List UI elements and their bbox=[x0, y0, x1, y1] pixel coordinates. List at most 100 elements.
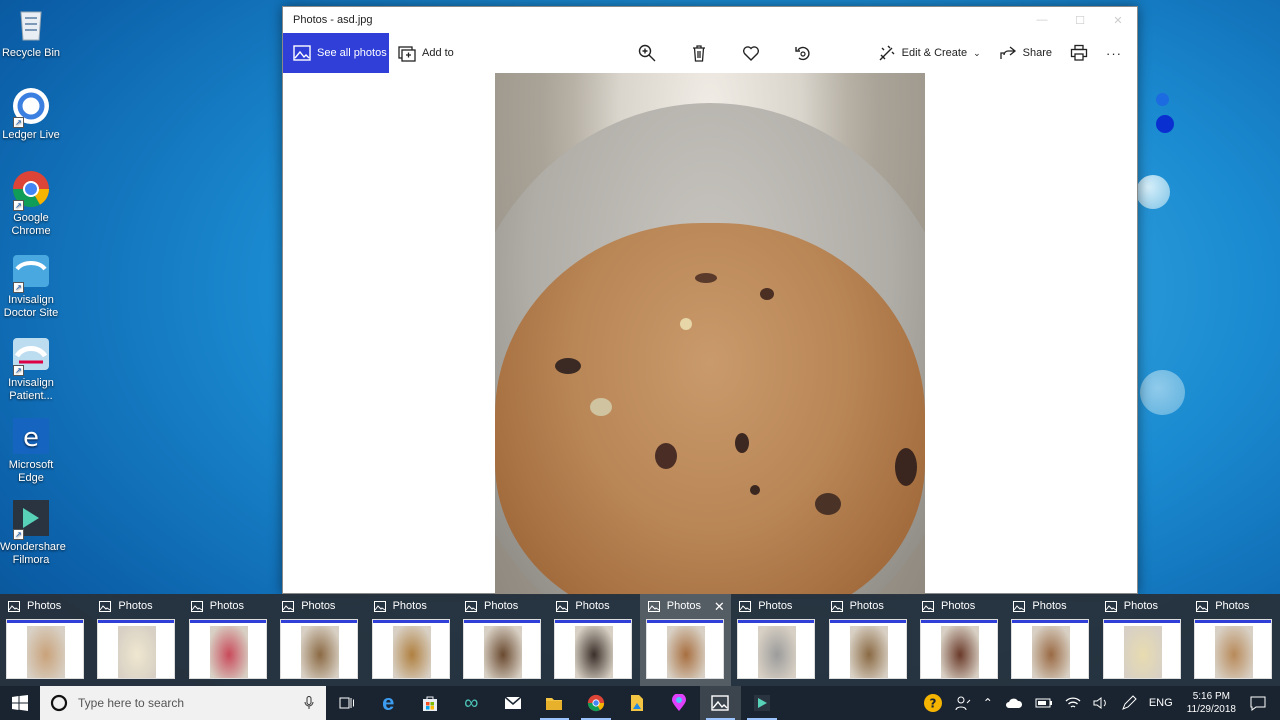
chevron-up-icon: ⌃ bbox=[982, 696, 993, 710]
print-button[interactable] bbox=[1061, 33, 1097, 73]
photos-window: Photos - asd.jpg — ☐ ✕ See all photos Ad… bbox=[282, 6, 1138, 595]
taskbar-thumbnail[interactable]: Photos bbox=[183, 594, 274, 686]
taskbar-thumbnail[interactable]: Photos bbox=[1188, 594, 1279, 686]
taskbar-app-maps[interactable] bbox=[658, 686, 700, 720]
desktop-icon-google-chrome[interactable]: ↗ Google Chrome bbox=[0, 169, 62, 238]
taskbar-thumbnail[interactable]: Photos bbox=[1097, 594, 1188, 686]
folder-icon bbox=[546, 698, 563, 710]
edit-create-button[interactable]: Edit & Create ⌄ bbox=[869, 33, 990, 73]
thumbnail-preview bbox=[280, 619, 359, 679]
minimize-button[interactable]: — bbox=[1023, 7, 1061, 33]
zoom-button[interactable] bbox=[621, 33, 673, 73]
favorite-button[interactable] bbox=[725, 33, 777, 73]
thumbnail-image bbox=[1215, 626, 1254, 678]
close-icon[interactable]: ✕ bbox=[714, 599, 725, 615]
ledger-live-icon: ↗ bbox=[11, 86, 51, 128]
thumbnail-label: Photos bbox=[1104, 600, 1158, 612]
zoom-in-icon bbox=[638, 44, 656, 62]
shortcut-arrow-icon: ↗ bbox=[13, 282, 24, 293]
thumbnail-toolbar-strip bbox=[646, 620, 723, 623]
clock[interactable]: 5:16 PM 11/29/2018 bbox=[1179, 690, 1244, 716]
taskbar-app-arduino[interactable]: ∞ bbox=[451, 686, 493, 720]
desktop-icon-ledger-live[interactable]: ↗ Ledger Live bbox=[0, 86, 62, 142]
thumbnail-preview bbox=[97, 619, 176, 679]
action-center-button[interactable] bbox=[1244, 686, 1280, 720]
taskbar-thumbnail[interactable]: Photos bbox=[823, 594, 914, 686]
printer-icon bbox=[1070, 44, 1088, 61]
taskbar-thumbnail[interactable]: Photos bbox=[1005, 594, 1096, 686]
desktop-icon-label: Recycle Bin bbox=[1, 47, 61, 59]
thumbnail-toolbar-strip bbox=[1195, 620, 1272, 623]
desktop-icon-microsoft-edge[interactable]: e Microsoft Edge bbox=[0, 416, 62, 485]
see-all-photos-button[interactable]: See all photos bbox=[283, 33, 389, 73]
taskbar-thumbnail[interactable]: Photos bbox=[274, 594, 365, 686]
taskbar-app-chrome[interactable] bbox=[575, 686, 617, 720]
share-button[interactable]: Share bbox=[990, 33, 1061, 73]
close-button[interactable]: ✕ bbox=[1099, 7, 1137, 33]
desktop-icon-wondershare-filmora[interactable]: ↗ Wondershare Filmora bbox=[0, 498, 66, 567]
people-tray-item[interactable] bbox=[949, 686, 977, 720]
spice bbox=[655, 443, 677, 469]
wifi-tray-item[interactable] bbox=[1059, 686, 1087, 720]
taskbar-app-edge[interactable]: e bbox=[368, 686, 410, 720]
microphone-icon[interactable] bbox=[304, 696, 314, 710]
pen-tray-item[interactable] bbox=[1115, 686, 1143, 720]
taskbar-thumbnail[interactable]: Photos bbox=[91, 594, 182, 686]
more-options-button[interactable]: ··· bbox=[1097, 33, 1131, 73]
help-tray-item[interactable]: ? bbox=[917, 686, 949, 720]
search-placeholder: Type here to search bbox=[78, 696, 185, 710]
delete-button[interactable] bbox=[673, 33, 725, 73]
taskbar-app-filmora[interactable] bbox=[741, 686, 783, 720]
taskbar-thumbnail[interactable]: Photos bbox=[457, 594, 548, 686]
windows-logo-icon bbox=[12, 695, 28, 711]
thumbnail-image bbox=[1123, 626, 1162, 678]
show-hidden-icons-button[interactable]: ⌃ bbox=[977, 686, 999, 720]
right-tools: Edit & Create ⌄ Share ··· bbox=[869, 33, 1131, 73]
rotate-button[interactable] bbox=[777, 33, 829, 73]
onedrive-tray-item[interactable] bbox=[999, 686, 1029, 720]
taskbar-thumbnail[interactable]: Photos bbox=[0, 594, 91, 686]
desktop-icon-label: Invisalign Patient... bbox=[8, 377, 54, 402]
language-indicator[interactable]: ENG bbox=[1143, 686, 1179, 720]
window-title: Photos - asd.jpg bbox=[293, 14, 373, 26]
add-to-button[interactable]: Add to bbox=[389, 33, 463, 73]
taskbar-thumbnail[interactable]: Photos bbox=[914, 594, 1005, 686]
pen-icon bbox=[1121, 695, 1137, 710]
task-view-button[interactable] bbox=[326, 686, 368, 720]
heart-icon bbox=[742, 46, 760, 61]
thumbnail-title: Photos bbox=[758, 600, 793, 612]
taskbar-app-photos[interactable] bbox=[699, 686, 741, 720]
edit-create-label: Edit & Create bbox=[901, 47, 968, 59]
window-titlebar[interactable]: Photos - asd.jpg — ☐ ✕ bbox=[283, 7, 1137, 33]
photo-viewer-image[interactable] bbox=[495, 73, 925, 595]
thumbnail-title: Photos bbox=[118, 600, 153, 612]
taskbar-thumbnail[interactable]: Photos bbox=[366, 594, 457, 686]
battery-tray-item[interactable] bbox=[1029, 686, 1059, 720]
taskbar-app-onedrive-file[interactable] bbox=[617, 686, 659, 720]
taskbar-thumbnail[interactable]: Photos bbox=[731, 594, 822, 686]
taskbar: Type here to search e ∞ ? ⌃ ENG 5:16 PM … bbox=[0, 686, 1280, 720]
system-tray: ? ⌃ ENG 5:16 PM 11/29/2018 bbox=[917, 686, 1280, 720]
desktop-icon-label: Microsoft Edge bbox=[8, 459, 54, 484]
taskbar-app-mail[interactable] bbox=[492, 686, 534, 720]
taskbar-thumbnail[interactable]: Photos ✕ bbox=[639, 594, 731, 686]
thumbnail-preview bbox=[920, 619, 998, 679]
thumbnail-image bbox=[392, 626, 431, 678]
spice bbox=[555, 358, 581, 374]
taskbar-search-box[interactable]: Type here to search bbox=[40, 686, 326, 720]
task-view-icon bbox=[339, 697, 354, 709]
maximize-button[interactable]: ☐ bbox=[1061, 7, 1099, 33]
thumbnail-image bbox=[1032, 626, 1071, 678]
volume-tray-item[interactable] bbox=[1087, 686, 1115, 720]
thumbnail-preview bbox=[1194, 619, 1273, 679]
desktop-icon-recycle-bin[interactable]: Recycle Bin bbox=[0, 4, 62, 60]
desktop-icon-invisalign-doctor[interactable]: ↗ Invisalign Doctor Site bbox=[0, 251, 62, 320]
desktop-icon-label: Wondershare Filmora bbox=[0, 541, 66, 566]
spice bbox=[760, 288, 774, 300]
taskbar-app-file-explorer[interactable] bbox=[534, 686, 576, 720]
taskbar-app-store[interactable] bbox=[409, 686, 451, 720]
desktop-icon-invisalign-patient[interactable]: ↗ Invisalign Patient... bbox=[0, 334, 62, 403]
taskbar-thumbnail[interactable]: Photos bbox=[548, 594, 639, 686]
help-icon: ? bbox=[923, 694, 942, 712]
start-button[interactable] bbox=[0, 686, 40, 720]
